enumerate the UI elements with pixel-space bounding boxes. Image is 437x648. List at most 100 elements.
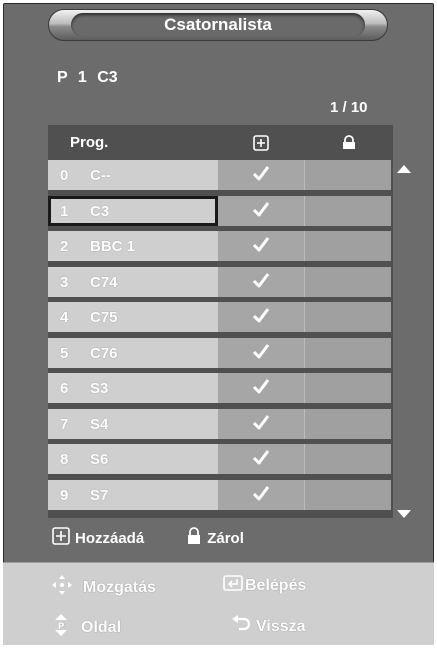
return-label: Vissza bbox=[256, 617, 306, 635]
channel-lock-cell[interactable] bbox=[304, 409, 391, 439]
svg-text:P: P bbox=[58, 622, 65, 632]
channel-number: 3 bbox=[60, 273, 69, 291]
channel-name-cell[interactable]: 9 S7 bbox=[48, 480, 218, 510]
scroll-down-arrow-icon[interactable] bbox=[397, 505, 411, 523]
current-program-info: P 1 C3 bbox=[57, 69, 118, 87]
checkmark-icon bbox=[252, 236, 270, 257]
channel-row[interactable]: 8 S6 bbox=[48, 444, 391, 474]
channel-name-cell[interactable]: 0 C-- bbox=[48, 160, 218, 190]
channel-add-cell[interactable] bbox=[218, 409, 304, 439]
channel-lock-cell[interactable] bbox=[304, 480, 391, 510]
channel-name: S7 bbox=[90, 486, 109, 504]
channel-number: 4 bbox=[60, 308, 69, 326]
legend-add-label: Hozzáadá bbox=[75, 529, 145, 547]
channel-name: C76 bbox=[90, 344, 118, 362]
channel-number: 7 bbox=[60, 415, 69, 433]
channel-add-cell[interactable] bbox=[218, 444, 304, 474]
channel-name-cell[interactable]: 2 BBC 1 bbox=[48, 231, 218, 261]
channel-lock-cell[interactable] bbox=[304, 231, 391, 261]
page-label: Oldal bbox=[81, 618, 122, 636]
channel-row[interactable]: 6 S3 bbox=[48, 373, 391, 403]
channel-add-cell[interactable] bbox=[218, 373, 304, 403]
enter-icon bbox=[223, 574, 243, 597]
return-icon bbox=[231, 615, 251, 638]
header-prog: Prog. bbox=[70, 134, 109, 151]
checkmark-icon bbox=[252, 414, 270, 435]
footer-help-bar: Mozgatás Belépés P Oldal Vissza bbox=[3, 562, 434, 645]
channel-name-cell[interactable]: 4 C75 bbox=[48, 302, 218, 332]
channel-name-cell[interactable]: 7 S4 bbox=[48, 409, 218, 439]
channel-name-cell[interactable]: 6 S3 bbox=[48, 373, 218, 403]
channel-name: C74 bbox=[90, 273, 118, 291]
enter-label: Belépés bbox=[245, 576, 307, 594]
channel-row[interactable]: 9 S7 bbox=[48, 480, 391, 510]
channel-lock-cell[interactable] bbox=[304, 267, 391, 297]
channel-add-cell[interactable] bbox=[218, 338, 304, 368]
channel-row[interactable]: 1 C3 bbox=[48, 196, 391, 226]
channel-name: C-- bbox=[90, 166, 111, 184]
channel-name-cell[interactable]: 1 C3 bbox=[48, 196, 218, 226]
channel-name: C3 bbox=[90, 202, 110, 220]
table-header: Prog. bbox=[48, 125, 393, 160]
channel-lock-cell[interactable] bbox=[304, 196, 391, 226]
channel-add-cell[interactable] bbox=[218, 480, 304, 510]
scroll-up-arrow-icon[interactable] bbox=[397, 160, 411, 178]
channel-add-cell[interactable] bbox=[218, 160, 304, 190]
add-box-icon bbox=[218, 134, 304, 151]
checkmark-icon bbox=[252, 201, 270, 222]
channel-add-cell[interactable] bbox=[218, 267, 304, 297]
channel-number: 6 bbox=[60, 379, 69, 397]
checkmark-icon bbox=[252, 485, 270, 506]
channel-add-cell[interactable] bbox=[218, 231, 304, 261]
channel-lock-cell[interactable] bbox=[304, 373, 391, 403]
page-indicator: 1 / 10 bbox=[330, 99, 368, 116]
channel-lock-cell[interactable] bbox=[304, 444, 391, 474]
move-label: Mozgatás bbox=[83, 578, 156, 596]
checkmark-icon bbox=[252, 307, 270, 328]
channel-name-cell[interactable]: 5 C76 bbox=[48, 338, 218, 368]
program-number: 1 bbox=[77, 69, 87, 86]
legend-lock: Zárol bbox=[186, 527, 244, 549]
channel-number: 5 bbox=[60, 344, 69, 362]
footer-return: Vissza bbox=[231, 615, 306, 638]
channel-row[interactable]: 5 C76 bbox=[48, 338, 391, 368]
lock-icon bbox=[186, 527, 202, 549]
channel-add-cell[interactable] bbox=[218, 302, 304, 332]
title-bar: Csatornalista bbox=[48, 9, 388, 41]
channel-number: 2 bbox=[60, 237, 69, 255]
channel-name: BBC 1 bbox=[90, 237, 136, 255]
add-box-icon bbox=[52, 527, 70, 549]
checkmark-icon bbox=[252, 272, 270, 293]
channel-lock-cell[interactable] bbox=[304, 160, 391, 190]
move-arrows-icon bbox=[51, 574, 73, 601]
channel-number: 9 bbox=[60, 486, 69, 504]
legend-add: Hozzáadá bbox=[52, 527, 144, 549]
checkmark-icon bbox=[252, 165, 270, 186]
program-label: P bbox=[57, 69, 68, 86]
channel-row[interactable]: 3 C74 bbox=[48, 267, 391, 297]
checkmark-icon bbox=[252, 378, 270, 399]
page-updown-icon: P bbox=[51, 613, 71, 642]
channel-name-cell[interactable]: 3 C74 bbox=[48, 267, 218, 297]
channel-number: 1 bbox=[60, 202, 69, 220]
lock-icon bbox=[304, 134, 393, 151]
channel-row[interactable]: 0 C-- bbox=[48, 160, 391, 190]
legend: Hozzáadá Zárol bbox=[48, 524, 393, 552]
channel-row[interactable]: 4 C75 bbox=[48, 302, 391, 332]
channel-add-cell[interactable] bbox=[218, 196, 304, 226]
channel-name: S3 bbox=[90, 379, 109, 397]
channel-name-cell[interactable]: 8 S6 bbox=[48, 444, 218, 474]
footer-enter: Belépés bbox=[223, 574, 306, 597]
channel-name: S6 bbox=[90, 450, 109, 468]
channel-lock-cell[interactable] bbox=[304, 302, 391, 332]
channel-row[interactable]: 2 BBC 1 bbox=[48, 231, 391, 261]
channel-table: Prog. 0 C-- 1 C3 2 BBC 1 3 C74 4 C75 5 C76 6 S3 7 S4 8 S6… bbox=[48, 125, 393, 518]
footer-page: P Oldal bbox=[51, 613, 121, 642]
window-title: Csatornalista bbox=[71, 13, 365, 37]
checkmark-icon bbox=[252, 343, 270, 364]
channel-number: 8 bbox=[60, 450, 69, 468]
legend-lock-label: Zárol bbox=[207, 529, 244, 547]
channel-lock-cell[interactable] bbox=[304, 338, 391, 368]
channel-name: S4 bbox=[90, 415, 109, 433]
channel-row[interactable]: 7 S4 bbox=[48, 409, 391, 439]
